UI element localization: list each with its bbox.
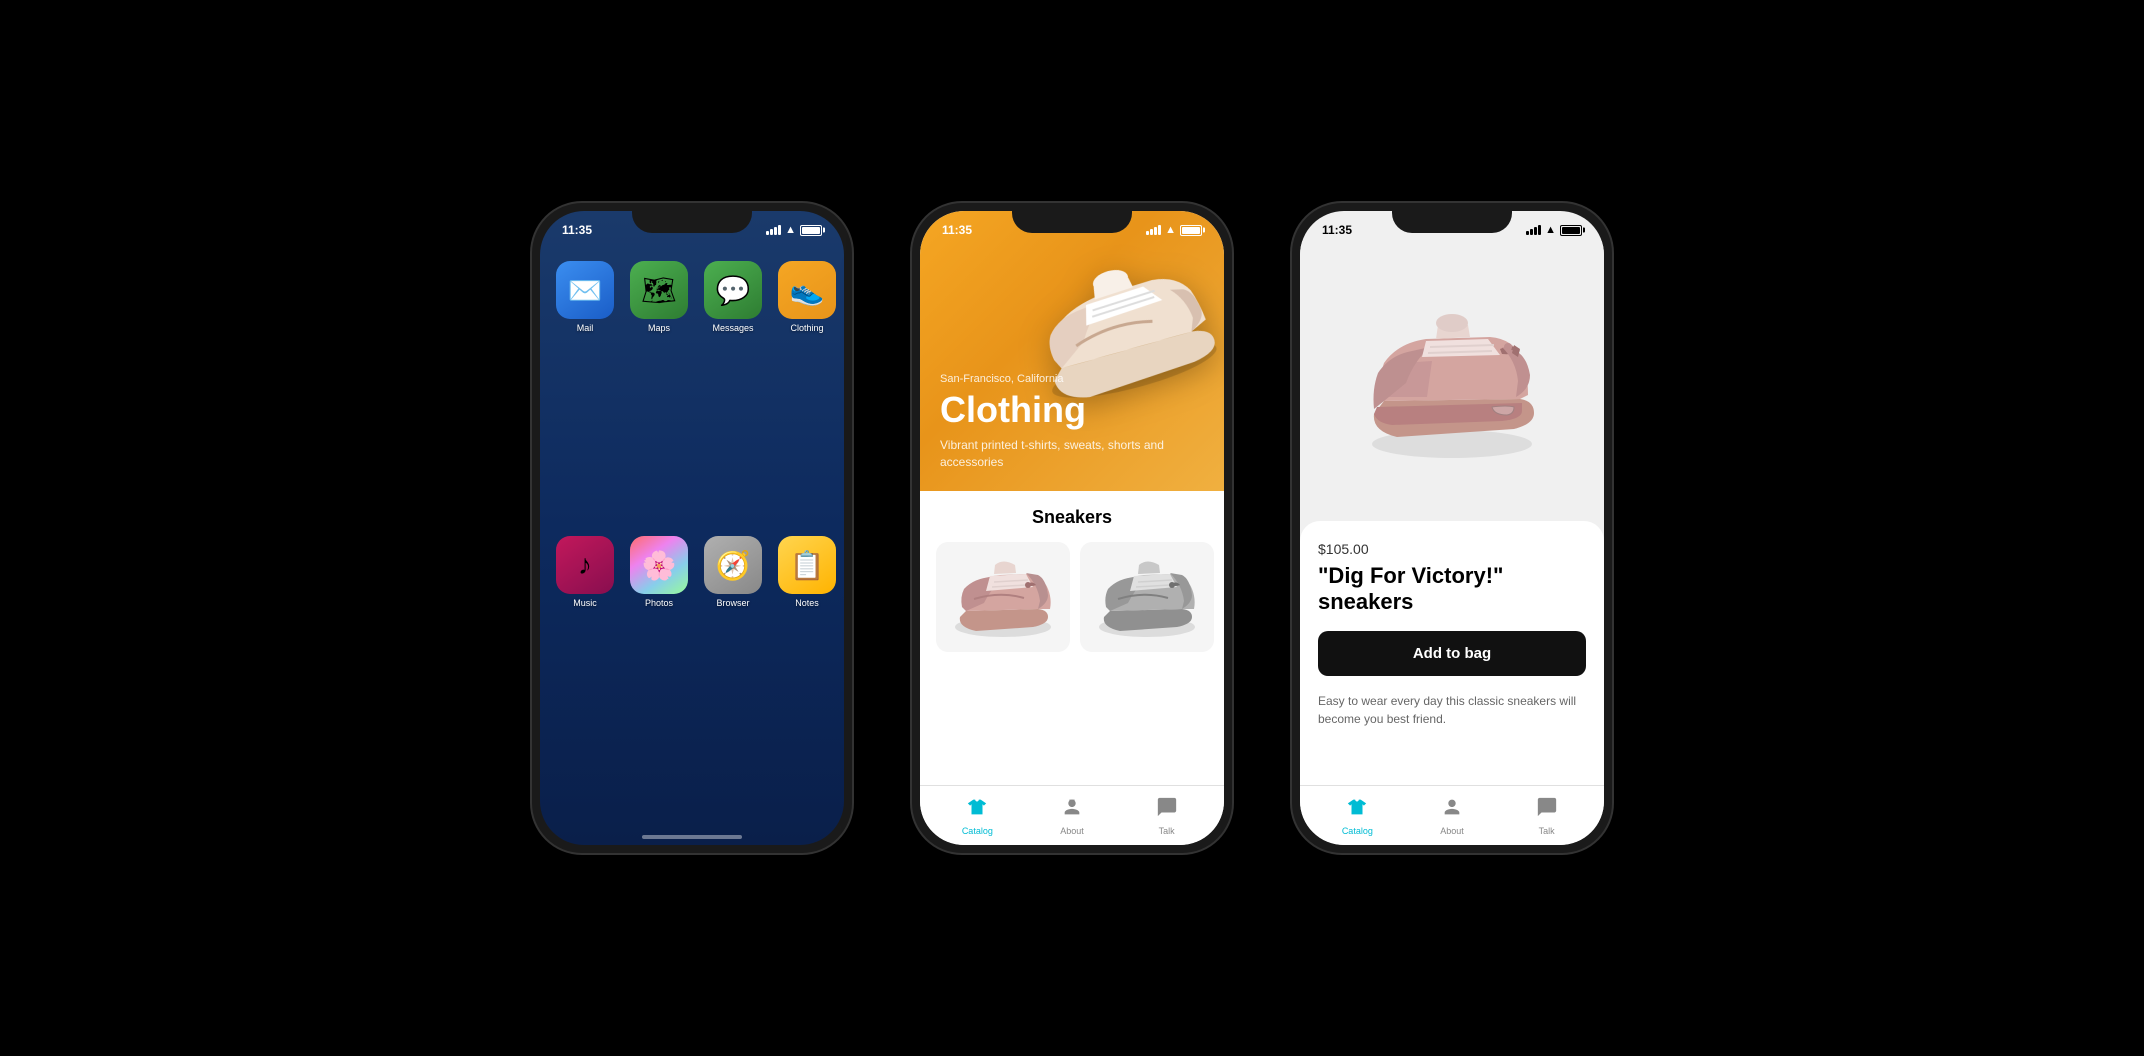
sneaker-card-pink[interactable]	[936, 542, 1070, 652]
clothing-app-icon[interactable]: 👟	[778, 261, 836, 319]
tshirt-icon-3	[1346, 796, 1368, 824]
home-bar	[642, 835, 742, 839]
product-price: $105.00	[1318, 541, 1586, 557]
time-display: 11:35	[562, 223, 592, 237]
chat-icon-3	[1536, 796, 1558, 824]
signal-icon-2	[1146, 225, 1161, 235]
tab-bar-3: Catalog About Talk	[1300, 785, 1604, 845]
status-icons: ▲	[766, 224, 822, 236]
catalog-content: Sneakers	[920, 491, 1224, 785]
tab-about-3[interactable]: About	[1405, 796, 1500, 836]
music-app-label: Music	[573, 598, 597, 608]
tab-about-label-3: About	[1440, 826, 1464, 836]
tab-catalog-label-2: Catalog	[962, 826, 993, 836]
tab-catalog-2[interactable]: Catalog	[930, 796, 1025, 836]
product-screen: 11:35 ▲	[1300, 211, 1604, 845]
wifi-icon: ▲	[785, 224, 796, 236]
time-display-3: 11:35	[1322, 223, 1352, 237]
hero-location: San-Francisco, California	[940, 373, 1204, 385]
product-content: $105.00 "Dig For Victory!" sneakers Add …	[1300, 521, 1604, 785]
signal-icon-3	[1526, 225, 1541, 235]
section-title: Sneakers	[936, 507, 1208, 528]
app-music[interactable]: ♪ Music	[556, 536, 614, 795]
battery-icon-2	[1180, 225, 1202, 236]
photos-app-icon[interactable]: 🌸	[630, 536, 688, 594]
tab-catalog-3[interactable]: Catalog	[1310, 796, 1405, 836]
browser-app-label: Browser	[716, 598, 749, 608]
battery-icon	[800, 225, 822, 236]
tab-about-2[interactable]: About	[1025, 796, 1120, 836]
hero-title: Clothing	[940, 389, 1204, 431]
status-bar-3: 11:35 ▲	[1300, 211, 1604, 241]
app-browser[interactable]: 🧭 Browser	[704, 536, 762, 795]
clothing-app-label: Clothing	[790, 323, 823, 333]
product-name: "Dig For Victory!" sneakers	[1318, 563, 1586, 615]
person-icon-3	[1441, 796, 1463, 824]
tshirt-icon	[966, 796, 988, 824]
signal-icon	[766, 225, 781, 235]
home-indicator	[540, 815, 844, 845]
app-clothing[interactable]: 👟 Clothing	[778, 261, 836, 520]
notes-app-icon[interactable]: 📋	[778, 536, 836, 594]
sneaker-pink-svg	[948, 555, 1058, 640]
status-bar-1: 11:35 ▲	[540, 211, 844, 241]
person-icon-2	[1061, 796, 1083, 824]
tab-bar-2: Catalog About	[920, 785, 1224, 845]
status-icons-3: ▲	[1526, 224, 1582, 236]
sneakers-grid	[936, 542, 1208, 652]
notes-app-label: Notes	[795, 598, 819, 608]
status-bar-2: 11:35 ▲	[920, 211, 1224, 241]
chat-icon-2	[1156, 796, 1178, 824]
mail-app-icon[interactable]: ✉️	[556, 261, 614, 319]
tab-about-label-2: About	[1060, 826, 1084, 836]
phone-3: 11:35 ▲	[1292, 203, 1612, 853]
product-shoe-svg	[1352, 299, 1552, 464]
photos-app-label: Photos	[645, 598, 673, 608]
tab-catalog-label-3: Catalog	[1342, 826, 1373, 836]
wifi-icon-3: ▲	[1545, 224, 1556, 236]
maps-app-label: Maps	[648, 323, 670, 333]
sneaker-gray-svg	[1092, 555, 1202, 640]
tab-talk-3[interactable]: Talk	[1499, 796, 1594, 836]
app-maps[interactable]: 🗺 Maps	[630, 261, 688, 520]
tab-talk-2[interactable]: Talk	[1119, 796, 1214, 836]
tab-talk-label-2: Talk	[1159, 826, 1175, 836]
app-notes[interactable]: 📋 Notes	[778, 536, 836, 795]
phone-1: 11:35 ▲ ✉️ Mail	[532, 203, 852, 853]
phone-2: 11:35 ▲	[912, 203, 1232, 853]
tab-talk-label-3: Talk	[1539, 826, 1555, 836]
add-to-bag-button[interactable]: Add to bag	[1318, 631, 1586, 676]
hero-content: San-Francisco, California Clothing Vibra…	[940, 373, 1204, 471]
time-display-2: 11:35	[942, 223, 972, 237]
messages-app-icon[interactable]: 💬	[704, 261, 762, 319]
wifi-icon-2: ▲	[1165, 224, 1176, 236]
mail-app-label: Mail	[577, 323, 594, 333]
hero-subtitle: Vibrant printed t-shirts, sweats, shorts…	[940, 437, 1204, 471]
product-description: Easy to wear every day this classic snea…	[1318, 692, 1586, 728]
app-mail[interactable]: ✉️ Mail	[556, 261, 614, 520]
app-photos[interactable]: 🌸 Photos	[630, 536, 688, 795]
maps-app-icon[interactable]: 🗺	[630, 261, 688, 319]
sneaker-card-gray[interactable]	[1080, 542, 1214, 652]
catalog-screen: 11:35 ▲	[920, 211, 1224, 845]
app-messages[interactable]: 💬 Messages	[704, 261, 762, 520]
browser-app-icon[interactable]: 🧭	[704, 536, 762, 594]
app-grid: ✉️ Mail 🗺 Maps 💬 Messages 👟 Clothing ♪	[540, 241, 844, 815]
status-icons-2: ▲	[1146, 224, 1202, 236]
music-app-icon[interactable]: ♪	[556, 536, 614, 594]
messages-app-label: Messages	[712, 323, 753, 333]
catalog-hero: 11:35 ▲	[920, 211, 1224, 491]
product-hero	[1300, 241, 1604, 521]
home-screen: 11:35 ▲ ✉️ Mail	[540, 211, 844, 845]
battery-icon-3	[1560, 225, 1582, 236]
